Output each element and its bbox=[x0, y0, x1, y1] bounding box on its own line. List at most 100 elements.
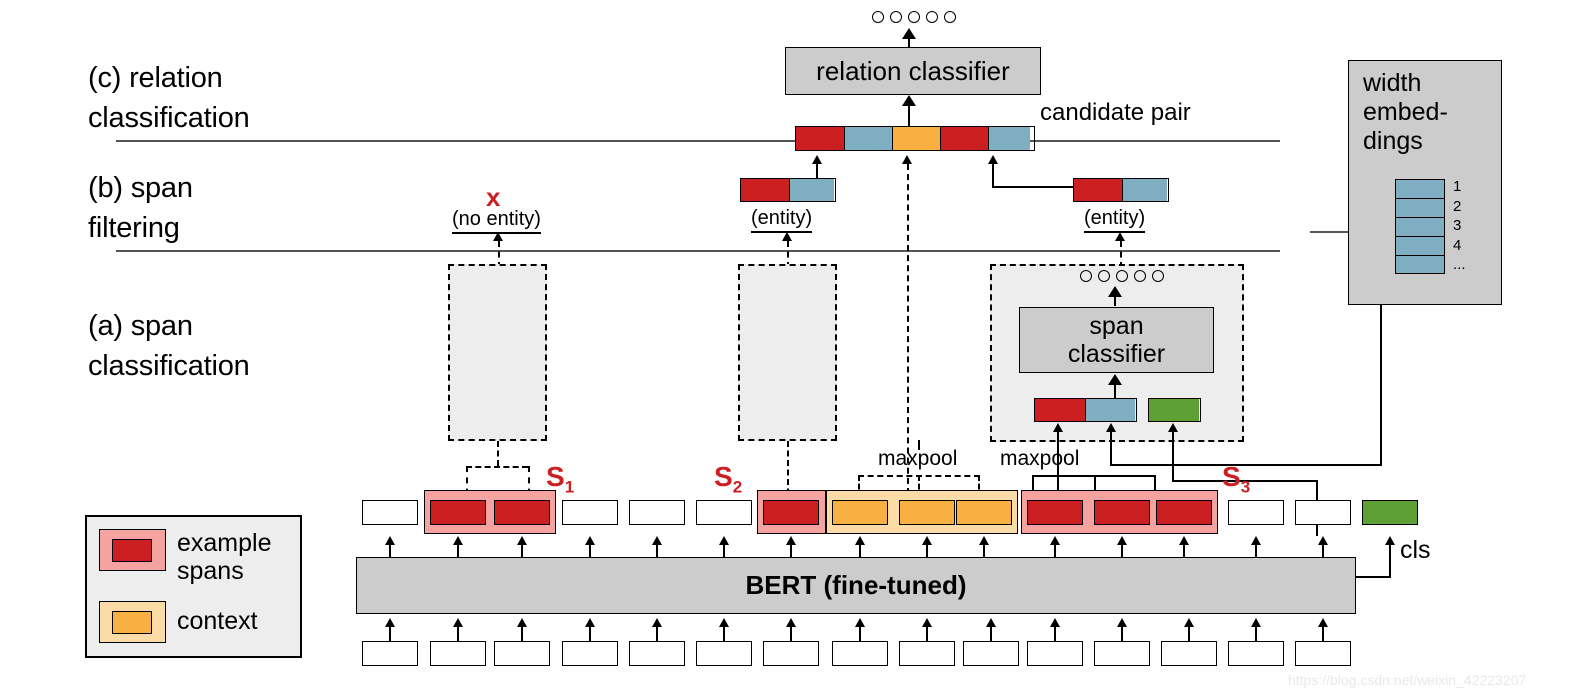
token-cell-9[interactable] bbox=[956, 500, 1012, 525]
connector-placeholder1-down bbox=[497, 441, 499, 466]
token-cell-cls[interactable] bbox=[1362, 500, 1418, 525]
bert-label: BERT (fine-tuned) bbox=[745, 570, 967, 600]
token-cell-14[interactable] bbox=[1295, 500, 1351, 525]
input-token-9[interactable] bbox=[963, 641, 1019, 666]
input-token-7[interactable] bbox=[832, 641, 888, 666]
arrow-head-entity2-into-pair bbox=[988, 155, 998, 164]
span-label-S3: S3 bbox=[1222, 461, 1251, 497]
width-embeddings-cells bbox=[1395, 179, 1445, 274]
span-input-segment-cls bbox=[1149, 399, 1199, 421]
span-classifier-box[interactable]: span classifier bbox=[1019, 307, 1214, 373]
input-token-5[interactable] bbox=[696, 641, 752, 666]
output-circle bbox=[1080, 270, 1092, 282]
arrow-head-bert-out bbox=[1179, 536, 1189, 545]
output-circle bbox=[890, 11, 902, 23]
token-cell-1[interactable] bbox=[430, 500, 486, 525]
arrow-head-cls-token bbox=[1385, 536, 1395, 545]
connector-cls-token-vert bbox=[1389, 545, 1391, 578]
pair-segment-context bbox=[892, 127, 940, 150]
token-cell-4[interactable] bbox=[629, 500, 685, 525]
arrow-head-cls-into-span bbox=[1168, 423, 1178, 432]
legend-label-context: context bbox=[177, 607, 258, 635]
input-token-0[interactable] bbox=[362, 641, 418, 666]
arrow-head-bert-in bbox=[385, 618, 395, 627]
token-cell-10[interactable] bbox=[1027, 500, 1083, 525]
relation-classifier-box[interactable]: relation classifier bbox=[785, 47, 1041, 95]
width-embeddings-numbers: 1 2 3 4 ... bbox=[1453, 177, 1466, 275]
token-cell-2[interactable] bbox=[494, 500, 550, 525]
entity-bar-left[interactable] bbox=[740, 178, 836, 202]
output-circle bbox=[1098, 270, 1110, 282]
arrow-shaft-bert-out bbox=[983, 545, 985, 557]
input-token-6[interactable] bbox=[763, 641, 819, 666]
output-circle bbox=[1116, 270, 1128, 282]
arrow-shaft-bert-in bbox=[790, 627, 792, 641]
token-cell-3[interactable] bbox=[562, 500, 618, 525]
input-token-14[interactable] bbox=[1295, 641, 1351, 666]
arrow-head-entity1-into-pair bbox=[812, 155, 822, 164]
arrow-shaft-bert-in bbox=[656, 627, 658, 641]
arrow-shaft-bert-in bbox=[589, 627, 591, 641]
arrow-shaft-bert-in bbox=[457, 627, 459, 641]
bert-encoder-box[interactable]: BERT (fine-tuned) bbox=[356, 557, 1356, 614]
token-cell-11[interactable] bbox=[1094, 500, 1150, 525]
arrow-head-width-into-span bbox=[1106, 423, 1116, 432]
input-token-2[interactable] bbox=[494, 641, 550, 666]
input-token-1[interactable] bbox=[430, 641, 486, 666]
arrow-head-maxpool-into-span bbox=[1053, 423, 1063, 432]
span-classifier-placeholder-1 bbox=[448, 264, 547, 441]
width-embedding-cell bbox=[1395, 217, 1445, 236]
arrow-head-bert-out bbox=[453, 536, 463, 545]
section-label-span-classification: (a) span classification bbox=[88, 310, 250, 383]
input-token-4[interactable] bbox=[629, 641, 685, 666]
arrow-head-bert-in bbox=[1318, 618, 1328, 627]
input-token-3[interactable] bbox=[562, 641, 618, 666]
cls-label: cls bbox=[1400, 536, 1431, 564]
span-input-bar-cls[interactable] bbox=[1148, 398, 1201, 422]
span-input-bar-red-blue[interactable] bbox=[1034, 398, 1137, 422]
arrow-shaft-bert-in bbox=[1255, 627, 1257, 641]
token-cell-7[interactable] bbox=[832, 500, 888, 525]
legend-box: example spans context bbox=[85, 515, 302, 658]
arrow-head-input-to-span bbox=[1108, 374, 1122, 385]
token-cell-5[interactable] bbox=[696, 500, 752, 525]
arrow-shaft-bert-out bbox=[723, 545, 725, 557]
token-cell-8[interactable] bbox=[899, 500, 955, 525]
figure-canvas: (c) relation classification (b) span fil… bbox=[0, 0, 1578, 700]
arrow-shaft-bert-in bbox=[1188, 627, 1190, 641]
width-embeddings-box[interactable]: width embed- dings 1 2 3 4 ... bbox=[1348, 60, 1502, 305]
token-cell-0[interactable] bbox=[362, 500, 418, 525]
entity-right-segment-width bbox=[1122, 179, 1167, 201]
arrow-shaft-bert-out bbox=[926, 545, 928, 557]
arrow-head-bert-out bbox=[385, 536, 395, 545]
connector-entity2-vert bbox=[992, 164, 994, 186]
output-circle bbox=[926, 11, 938, 23]
entity-bar-right[interactable] bbox=[1073, 178, 1169, 202]
bracket-placeholder1-horiz bbox=[466, 466, 528, 468]
input-token-10[interactable] bbox=[1027, 641, 1083, 666]
watermark-text: https://blog.csdn.net/weixin_42223207 bbox=[1288, 672, 1527, 688]
pair-segment-entity1-red bbox=[796, 127, 844, 150]
token-cell-6[interactable] bbox=[763, 500, 819, 525]
entity-label-left: (entity) bbox=[751, 207, 813, 233]
token-cell-13[interactable] bbox=[1228, 500, 1284, 525]
candidate-pair-bar[interactable] bbox=[795, 126, 1035, 151]
section-label-relation-classification: (c) relation classification bbox=[88, 62, 250, 135]
input-token-13[interactable] bbox=[1228, 641, 1284, 666]
legend-label-example-spans: example spans bbox=[177, 529, 272, 585]
entity-label-right: (entity) bbox=[1084, 207, 1146, 233]
input-token-11[interactable] bbox=[1094, 641, 1150, 666]
arrow-shaft-bert-in bbox=[1054, 627, 1056, 641]
input-token-8[interactable] bbox=[899, 641, 955, 666]
legend-swatch-context bbox=[99, 601, 166, 643]
arrow-shaft-bert-out bbox=[1255, 545, 1257, 557]
token-cell-12[interactable] bbox=[1156, 500, 1212, 525]
maxpool-context-stem bbox=[918, 440, 920, 450]
arrow-head-bert-in bbox=[855, 618, 865, 627]
maxpool-label-context: maxpool bbox=[878, 447, 958, 470]
width-embedding-index: 1 bbox=[1453, 178, 1462, 195]
input-token-12[interactable] bbox=[1161, 641, 1217, 666]
arrow-head-bert-in bbox=[1050, 618, 1060, 627]
arrow-head-bert-out bbox=[719, 536, 729, 545]
width-embedding-cell bbox=[1395, 255, 1445, 274]
